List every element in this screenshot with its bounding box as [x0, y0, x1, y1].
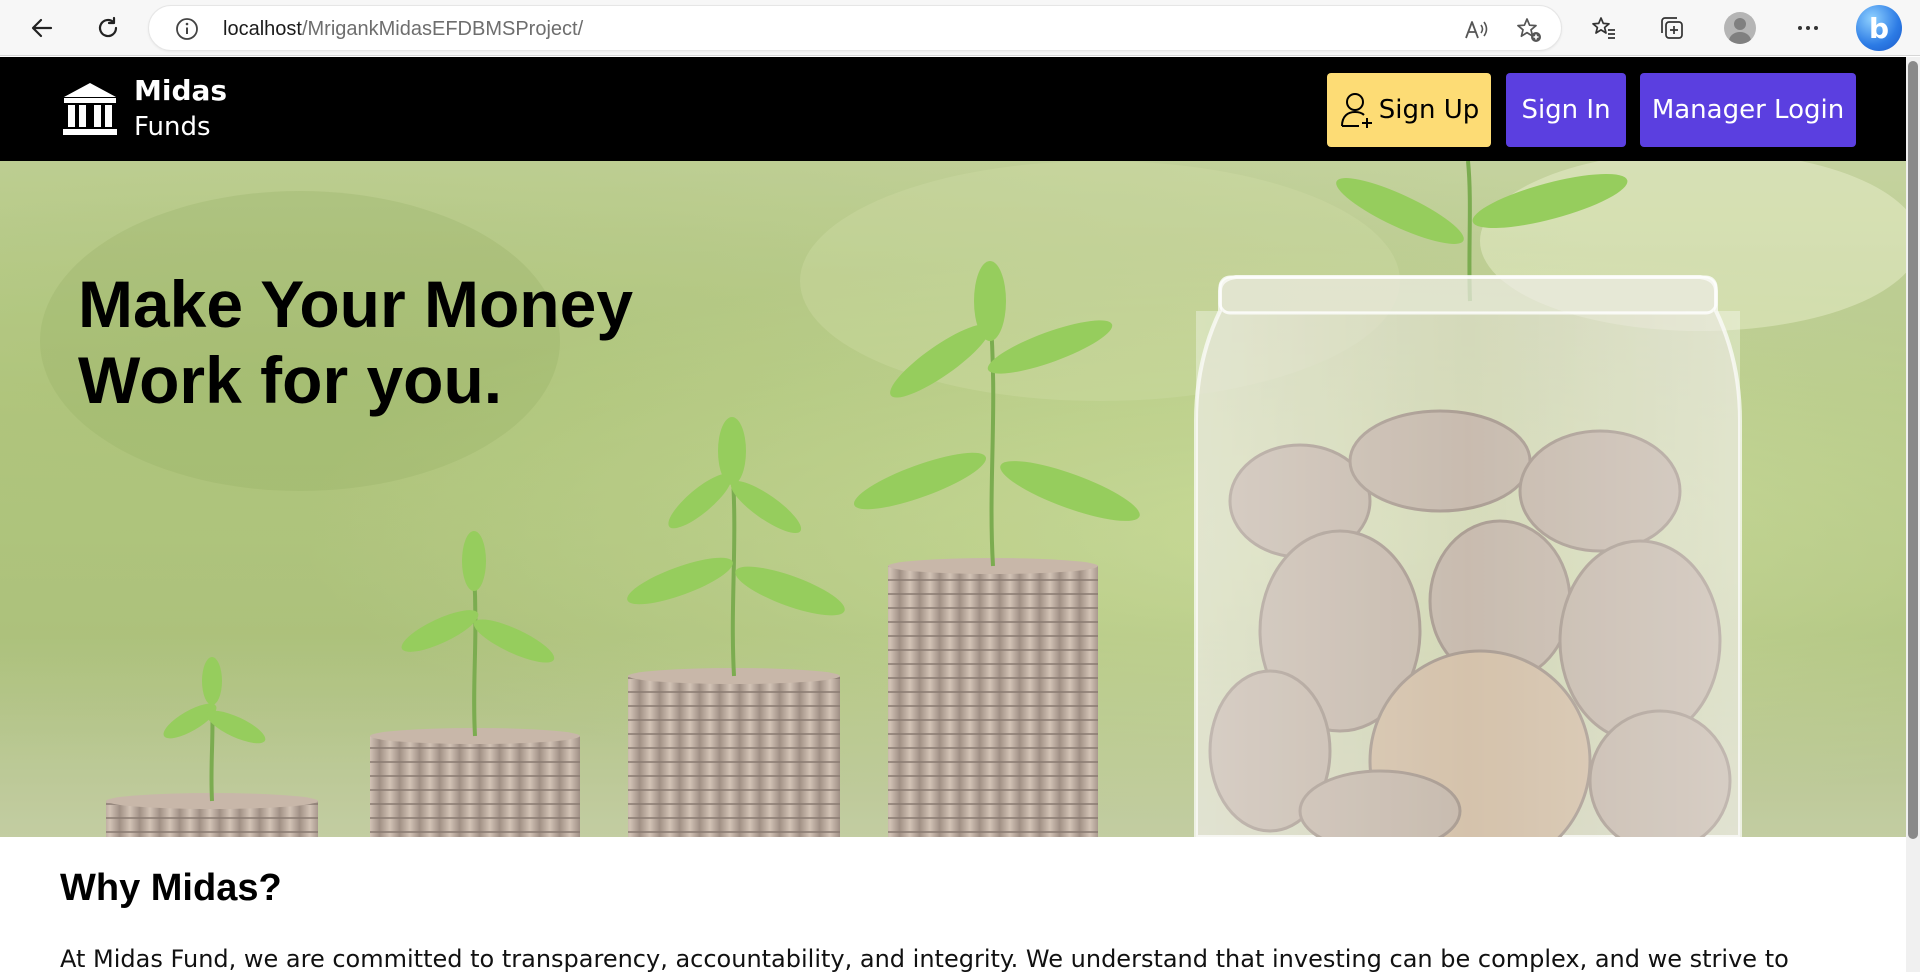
site-navbar: Midas Funds Sign Up Sign In Manager Logi…	[0, 57, 1906, 161]
more-dots-icon	[1798, 26, 1818, 30]
refresh-button[interactable]	[90, 10, 126, 46]
bing-copilot-button[interactable]: b	[1856, 5, 1902, 51]
more-options-button[interactable]	[1790, 10, 1826, 46]
favorites-button[interactable]	[1586, 10, 1622, 46]
manager-login-button[interactable]: Manager Login	[1640, 73, 1856, 147]
hero-heading: Make Your Money Work for you.	[78, 266, 778, 418]
page-scrollbar[interactable]	[1906, 57, 1920, 972]
hero-banner: Make Your Money Work for you.	[0, 161, 1906, 837]
url-text[interactable]: localhost/MrigankMidasEFDBMSProject/	[223, 18, 583, 41]
address-bar[interactable]: localhost/MrigankMidasEFDBMSProject/	[148, 5, 1562, 51]
collections-icon	[1661, 17, 1683, 39]
scrollbar-thumb[interactable]	[1908, 61, 1918, 839]
add-user-icon	[1340, 93, 1372, 128]
browser-toolbar: localhost/MrigankMidasEFDBMSProject/ b	[0, 0, 1920, 56]
add-favorite-icon[interactable]	[1515, 16, 1543, 44]
refresh-icon	[98, 16, 118, 38]
favorites-icon	[1592, 17, 1615, 39]
url-path: /MrigankMidasEFDBMSProject/	[301, 18, 584, 40]
site-logo[interactable]: Midas Funds	[60, 71, 227, 147]
url-host: localhost	[223, 18, 302, 40]
hero-heading-line2: Work for you.	[78, 343, 503, 417]
why-midas-heading: Why Midas?	[60, 867, 282, 909]
read-aloud-icon[interactable]	[1461, 16, 1489, 44]
manager-login-label: Manager Login	[1651, 95, 1845, 125]
sign-in-button[interactable]: Sign In	[1506, 73, 1626, 147]
collections-button[interactable]	[1654, 10, 1690, 46]
why-midas-text: At Midas Fund, we are committed to trans…	[60, 945, 1789, 972]
sign-in-label: Sign In	[1521, 95, 1611, 125]
bing-icon: b	[1868, 11, 1890, 45]
hero-heading-line1: Make Your Money	[78, 267, 634, 341]
back-button[interactable]	[24, 10, 60, 46]
site-info-icon[interactable]	[175, 17, 199, 41]
hero-coins-plants-image	[0, 161, 1906, 837]
sign-up-button[interactable]: Sign Up	[1327, 73, 1491, 147]
sign-up-label: Sign Up	[1378, 95, 1480, 125]
page-viewport: Midas Funds Sign Up Sign In Manager Logi…	[0, 57, 1906, 972]
back-arrow-icon	[31, 18, 53, 38]
logo-subtitle: Funds	[134, 112, 211, 142]
logo-name: Midas	[134, 74, 228, 107]
profile-avatar[interactable]	[1724, 12, 1756, 44]
bank-icon	[63, 83, 117, 135]
